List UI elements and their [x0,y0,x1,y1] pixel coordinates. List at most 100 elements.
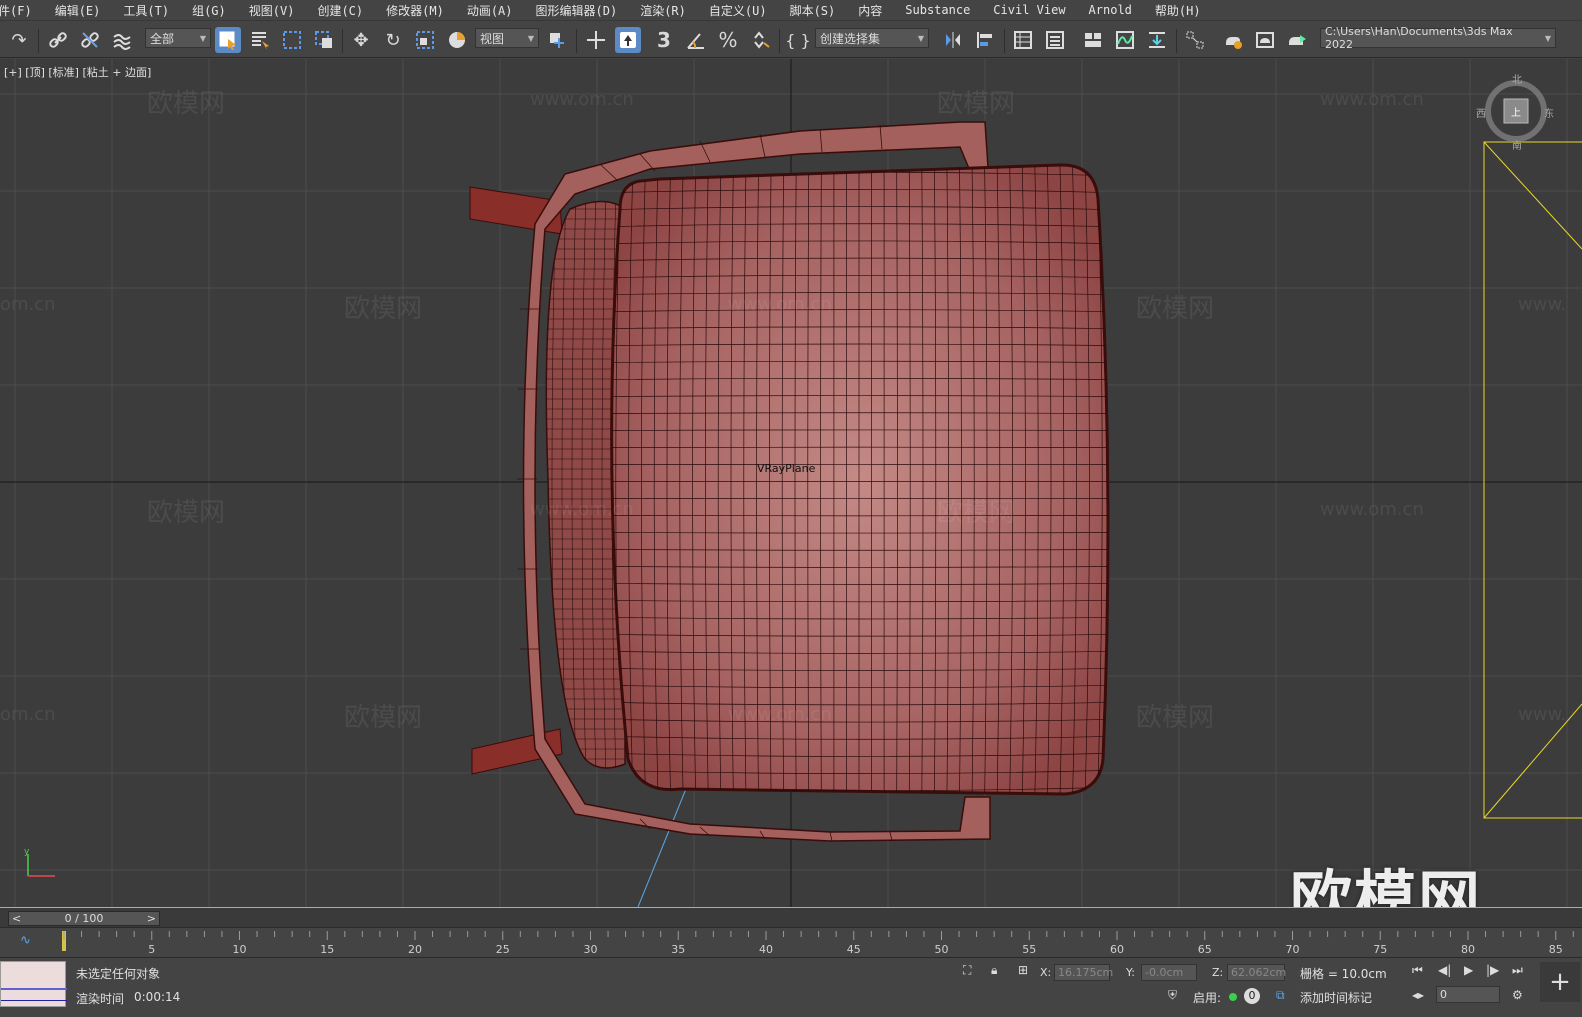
viewcube-east[interactable]: 东 [1544,105,1554,120]
menu-item-5[interactable]: 创建(C) [317,2,386,19]
menu-item-4[interactable]: 视图(V) [249,2,318,19]
menu-item-1[interactable]: 编辑(E) [55,2,124,19]
current-frame-field[interactable]: 0 [1436,986,1500,1003]
viewcube-west[interactable]: 西 [1476,105,1486,120]
layer-explorer-icon[interactable] [1042,27,1068,53]
y-coordinate-field[interactable]: -0.0cm [1141,964,1197,981]
x-coordinate-field[interactable]: 16.175cm [1054,964,1113,981]
menu-item-3[interactable]: 组(G) [192,2,249,19]
maxscript-listener-preview[interactable] [0,961,67,1007]
timeline-tick-label: 60 [1110,943,1124,956]
render-time-label: 渲染时间 [76,992,125,1006]
previous-frame-icon[interactable]: ◀| [1438,963,1451,977]
status-dot [1229,993,1237,1001]
z-coordinate-field[interactable]: 62.062cm [1227,964,1286,981]
material-editor-icon[interactable] [1182,27,1208,53]
menu-item-12[interactable]: 内容 [858,2,905,19]
time-configuration-icon[interactable]: ⚙ [1512,988,1523,1002]
toggle-ribbon-icon[interactable] [1080,27,1106,53]
select-manipulate-icon[interactable] [583,27,609,53]
rendered-frame-window-icon[interactable] [1252,27,1278,53]
link-icon[interactable] [45,27,71,53]
timeline-tick-label: 5 [148,943,155,956]
named-selection-dropdown[interactable]: 创建选择集 ▼ [815,28,929,48]
play-icon[interactable]: ▶ [1464,963,1473,977]
select-by-name-icon[interactable] [247,27,273,53]
scale-icon[interactable] [412,27,438,53]
go-to-end-icon[interactable]: ⏭ [1512,963,1523,978]
menu-item-6[interactable]: 修改器(M) [386,2,467,19]
menu-item-7[interactable]: 动画(A) [467,2,536,19]
grid-size: 栅格 = 10.0cm [1300,967,1387,981]
place-icon[interactable] [444,27,470,53]
watermark-url: www. [1518,294,1567,315]
toolbar-separator [38,29,39,53]
viewport-label[interactable]: [+] [顶] [标准] [粘土 + 边面] [4,64,151,80]
timeline-tick-label: 25 [496,943,510,956]
render-time-value: 0:00:14 [134,990,181,1004]
angle-snap-icon[interactable] [683,27,709,53]
menu-item-8[interactable]: 图形编辑器(D) [536,2,641,19]
menu-item-9[interactable]: 渲染(R) [640,2,709,19]
unlink-icon[interactable] [77,27,103,53]
redo-icon[interactable]: ↷ [6,27,32,53]
watermark-url: om.cn [0,294,56,315]
chair-model[interactable] [469,121,1120,842]
toolbar-separator [1004,29,1005,53]
add-time-tag[interactable]: 添加时间标记 [1300,989,1372,1006]
menu-item-0[interactable]: 文件(F) [0,2,55,19]
next-frame-icon[interactable]: |▶ [1486,963,1499,977]
timeline-tick-label: 55 [1022,943,1036,956]
menu-item-14[interactable]: Civil View [993,3,1088,17]
percent-snap-icon[interactable]: % [715,27,741,53]
chevron-left-icon[interactable]: < [12,912,21,925]
schematic-view-icon[interactable] [1144,27,1170,53]
object-name-label: VRayPlane [757,462,816,475]
menu-item-10[interactable]: 自定义(U) [709,2,790,19]
viewcube-north[interactable]: 北 [1512,71,1522,86]
time-slider[interactable]: < 0 / 100 > [8,911,160,926]
absolute-mode-icon[interactable]: ⊞ [1018,963,1028,977]
align-icon[interactable] [972,27,998,53]
pivot-center-icon[interactable] [544,27,570,53]
enable-count-badge[interactable]: 0 [1244,988,1260,1004]
select-object-icon[interactable] [215,27,241,53]
viewcube[interactable]: 北 南 西 东 上 [1476,75,1554,152]
watermark: 欧模网 [1136,294,1215,324]
rectangle-selection-icon[interactable] [279,27,305,53]
menu-item-11[interactable]: 脚本(S) [790,2,859,19]
edit-named-selection-icon[interactable]: { } [785,27,811,53]
bind-spacewarp-icon[interactable] [109,27,135,53]
curve-editor-icon[interactable] [1112,27,1138,53]
viewcube-top-face[interactable]: 上 [1511,104,1521,119]
snap-toggle-icon[interactable]: 3 [651,27,677,53]
move-icon[interactable]: ✥ [348,27,374,53]
menu-item-16[interactable]: 帮助(H) [1155,2,1224,19]
scene-explorer-icon[interactable] [1010,27,1036,53]
time-tag-icon[interactable]: ⧉ [1276,988,1285,1003]
project-path-dropdown[interactable]: C:\Users\Han\Documents\3ds Max 2022 ▼ [1320,25,1556,51]
shield-icon[interactable]: ⛨ [1168,988,1177,1003]
menu-item-13[interactable]: Substance [905,3,993,17]
window-crossing-icon[interactable] [311,27,337,53]
reference-coordinate-dropdown[interactable]: 视图 ▼ [475,28,539,48]
render-production-icon[interactable] [1284,27,1310,53]
chevron-right-icon[interactable]: > [147,912,156,925]
go-to-start-icon[interactable]: ⏮ [1412,963,1423,978]
mirror-icon[interactable] [940,27,966,53]
track-bar[interactable]: ∿ 5 10 15 20 25 30 35 40 45 50 55 60 65 70 75 80 85 [0,927,1582,957]
top-viewport[interactable]: y 欧模网 www.om.cn 欧模网 www.om.cn om.cn 欧模网 … [0,59,1582,907]
rotate-icon[interactable]: ↻ [380,27,406,53]
menu-item-2[interactable]: 工具(T) [123,2,192,19]
lock-icon[interactable]: 🔒︎ [991,963,997,978]
keyboard-shortcut-override-icon[interactable] [615,27,641,53]
selection-filter-dropdown[interactable]: 全部 ▼ [145,28,211,48]
render-setup-icon[interactable] [1220,27,1246,53]
isolate-selection-icon[interactable]: ⛶ [963,963,971,978]
timeline-tick-label: 65 [1198,943,1212,956]
menu-item-15[interactable]: Arnold [1089,3,1155,17]
key-mode-icon[interactable]: ◂▸ [1412,988,1424,1002]
viewcube-south[interactable]: 南 [1512,137,1522,152]
spinner-snap-icon[interactable] [747,27,773,53]
add-icon[interactable]: + [1540,962,1580,1002]
